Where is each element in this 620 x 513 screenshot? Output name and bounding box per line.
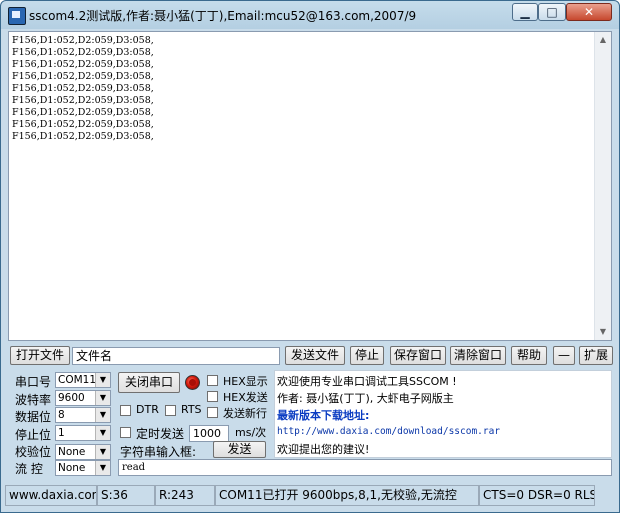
collapse-button[interactable]: —: [553, 346, 575, 365]
download-link[interactable]: http://www.daxia.com/download/sscom.rar: [277, 426, 500, 437]
help-button[interactable]: 帮助: [511, 346, 547, 365]
status-signals: CTS=0 DSR=0 RLSD: [479, 485, 595, 506]
chevron-down-icon[interactable]: ▼: [95, 445, 110, 459]
expand-button[interactable]: 扩展: [579, 346, 613, 365]
chevron-down-icon[interactable]: ▼: [95, 408, 110, 422]
interval-input[interactable]: 1000: [189, 425, 229, 442]
parity-value: None: [58, 446, 86, 458]
status-website: www.daxia.com: [5, 485, 97, 506]
stop-bits-label: 停止位: [15, 428, 52, 442]
dtr-label: DTR: [136, 403, 159, 416]
chevron-down-icon[interactable]: ▼: [95, 461, 110, 475]
status-port-state: COM11已打开 9600bps,8,1,无校验,无流控: [215, 485, 479, 506]
send-file-button[interactable]: 发送文件: [285, 346, 345, 365]
sscom-window: sscom4.2测试版,作者:聂小猛(丁丁),Email:mcu52@163.c…: [0, 0, 620, 513]
stop-bits-select[interactable]: 1 ▼: [55, 425, 111, 441]
baud-select[interactable]: 9600 ▼: [55, 390, 111, 406]
flow-select[interactable]: None ▼: [55, 460, 111, 476]
chevron-down-icon[interactable]: ▼: [95, 426, 110, 440]
stop-bits-value: 1: [58, 427, 65, 439]
chevron-down-icon[interactable]: ▼: [95, 391, 110, 405]
baud-label: 波特率: [15, 393, 52, 407]
app-icon: [8, 7, 26, 25]
stop-button[interactable]: 停止: [350, 346, 384, 365]
minimize-button[interactable]: ▁: [512, 3, 538, 21]
parity-select[interactable]: None ▼: [55, 444, 111, 460]
receive-area[interactable]: F156,D1:052,D2:059,D3:058, F156,D1:052,D…: [8, 31, 612, 341]
port-value: COM11: [58, 374, 97, 386]
close-port-button[interactable]: 关闭串口: [118, 372, 180, 393]
save-window-button[interactable]: 保存窗口: [390, 346, 446, 365]
port-status-led-icon: [185, 375, 200, 390]
info-welcome: 欢迎使用专业串口调试工具SSCOM !: [277, 375, 457, 388]
status-received-count: R:243: [155, 485, 215, 506]
timed-send-checkbox[interactable]: [120, 427, 131, 438]
scroll-down-icon[interactable]: ▼: [595, 324, 611, 340]
info-panel: 欢迎使用专业串口调试工具SSCOM ! 作者: 聂小猛(丁丁), 大虾电子网版主…: [274, 370, 612, 458]
hex-display-checkbox[interactable]: [207, 375, 218, 386]
port-select[interactable]: COM11 ▼: [55, 372, 111, 388]
send-newline-label: 发送新行: [223, 407, 267, 420]
data-bits-label: 数据位: [15, 410, 52, 424]
send-input[interactable]: read: [118, 459, 612, 476]
hex-display-label: HEX显示: [223, 375, 268, 388]
status-sent-count: S:36: [97, 485, 155, 506]
info-author: 作者: 聂小猛(丁丁), 大虾电子网版主: [277, 392, 454, 405]
receive-scrollbar[interactable]: ▲ ▼: [594, 32, 611, 340]
scroll-up-icon[interactable]: ▲: [595, 32, 611, 48]
hex-send-checkbox[interactable]: [207, 391, 218, 402]
chevron-down-icon[interactable]: ▼: [95, 373, 110, 387]
receive-text: F156,D1:052,D2:059,D3:058, F156,D1:052,D…: [12, 35, 154, 142]
info-feedback: 欢迎提出您的建议!: [277, 443, 370, 456]
dtr-checkbox[interactable]: [120, 405, 131, 416]
data-bits-select[interactable]: 8 ▼: [55, 407, 111, 423]
baud-value: 9600: [58, 392, 85, 404]
input-label: 字符串输入框:: [120, 445, 197, 459]
clear-window-button[interactable]: 清除窗口: [450, 346, 506, 365]
info-download-title: 最新版本下载地址:: [277, 409, 370, 422]
rts-checkbox[interactable]: [165, 405, 176, 416]
flow-value: None: [58, 462, 86, 474]
close-button[interactable]: ✕: [566, 3, 612, 21]
send-button[interactable]: 发送: [213, 441, 266, 458]
interval-unit-label: ms/次: [235, 426, 267, 439]
hex-send-label: HEX发送: [223, 391, 268, 404]
port-label: 串口号: [15, 375, 52, 389]
window-title: sscom4.2测试版,作者:聂小猛(丁丁),Email:mcu52@163.c…: [29, 9, 417, 23]
flow-label: 流 控: [15, 462, 43, 476]
status-bar: www.daxia.com S:36 R:243 COM11已打开 9600bp…: [5, 485, 615, 506]
maximize-button[interactable]: □: [538, 3, 566, 21]
filename-field[interactable]: 文件名: [72, 347, 280, 365]
send-newline-checkbox[interactable]: [207, 407, 218, 418]
rts-label: RTS: [181, 403, 202, 416]
data-bits-value: 8: [58, 409, 65, 421]
timed-send-label: 定时发送: [136, 427, 185, 441]
title-bar[interactable]: sscom4.2测试版,作者:聂小猛(丁丁),Email:mcu52@163.c…: [1, 1, 619, 29]
parity-label: 校验位: [15, 445, 52, 459]
open-file-button[interactable]: 打开文件: [10, 346, 70, 365]
